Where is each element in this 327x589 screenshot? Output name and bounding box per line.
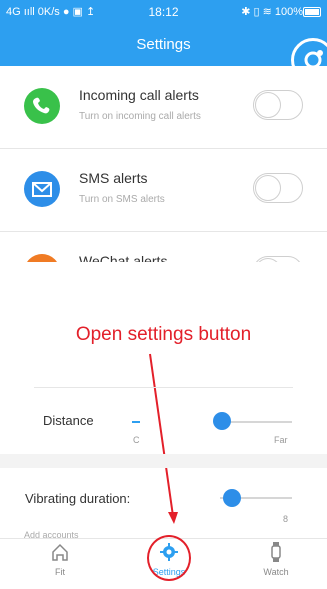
annotation-circle: [147, 535, 191, 581]
distance-min-label: C: [133, 435, 140, 445]
vibrating-slider-thumb[interactable]: [223, 489, 241, 507]
tab-watch-label: Watch: [263, 567, 289, 577]
tab-fit-label: Fit: [55, 567, 65, 577]
home-icon: [52, 543, 68, 561]
distance-fill: [132, 421, 140, 423]
divider: [34, 387, 293, 388]
vibrating-label: Vibrating duration:: [25, 491, 131, 506]
watch-icon: [271, 542, 281, 562]
vibrating-value: 8: [283, 514, 289, 524]
distance-label: Distance: [43, 413, 94, 428]
distance-max-label: Far: [274, 435, 288, 445]
tab-fit[interactable]: Fit: [30, 541, 90, 577]
distance-slider-thumb[interactable]: [213, 412, 231, 430]
section-gap: [0, 454, 327, 468]
tab-watch[interactable]: Watch: [246, 541, 306, 577]
